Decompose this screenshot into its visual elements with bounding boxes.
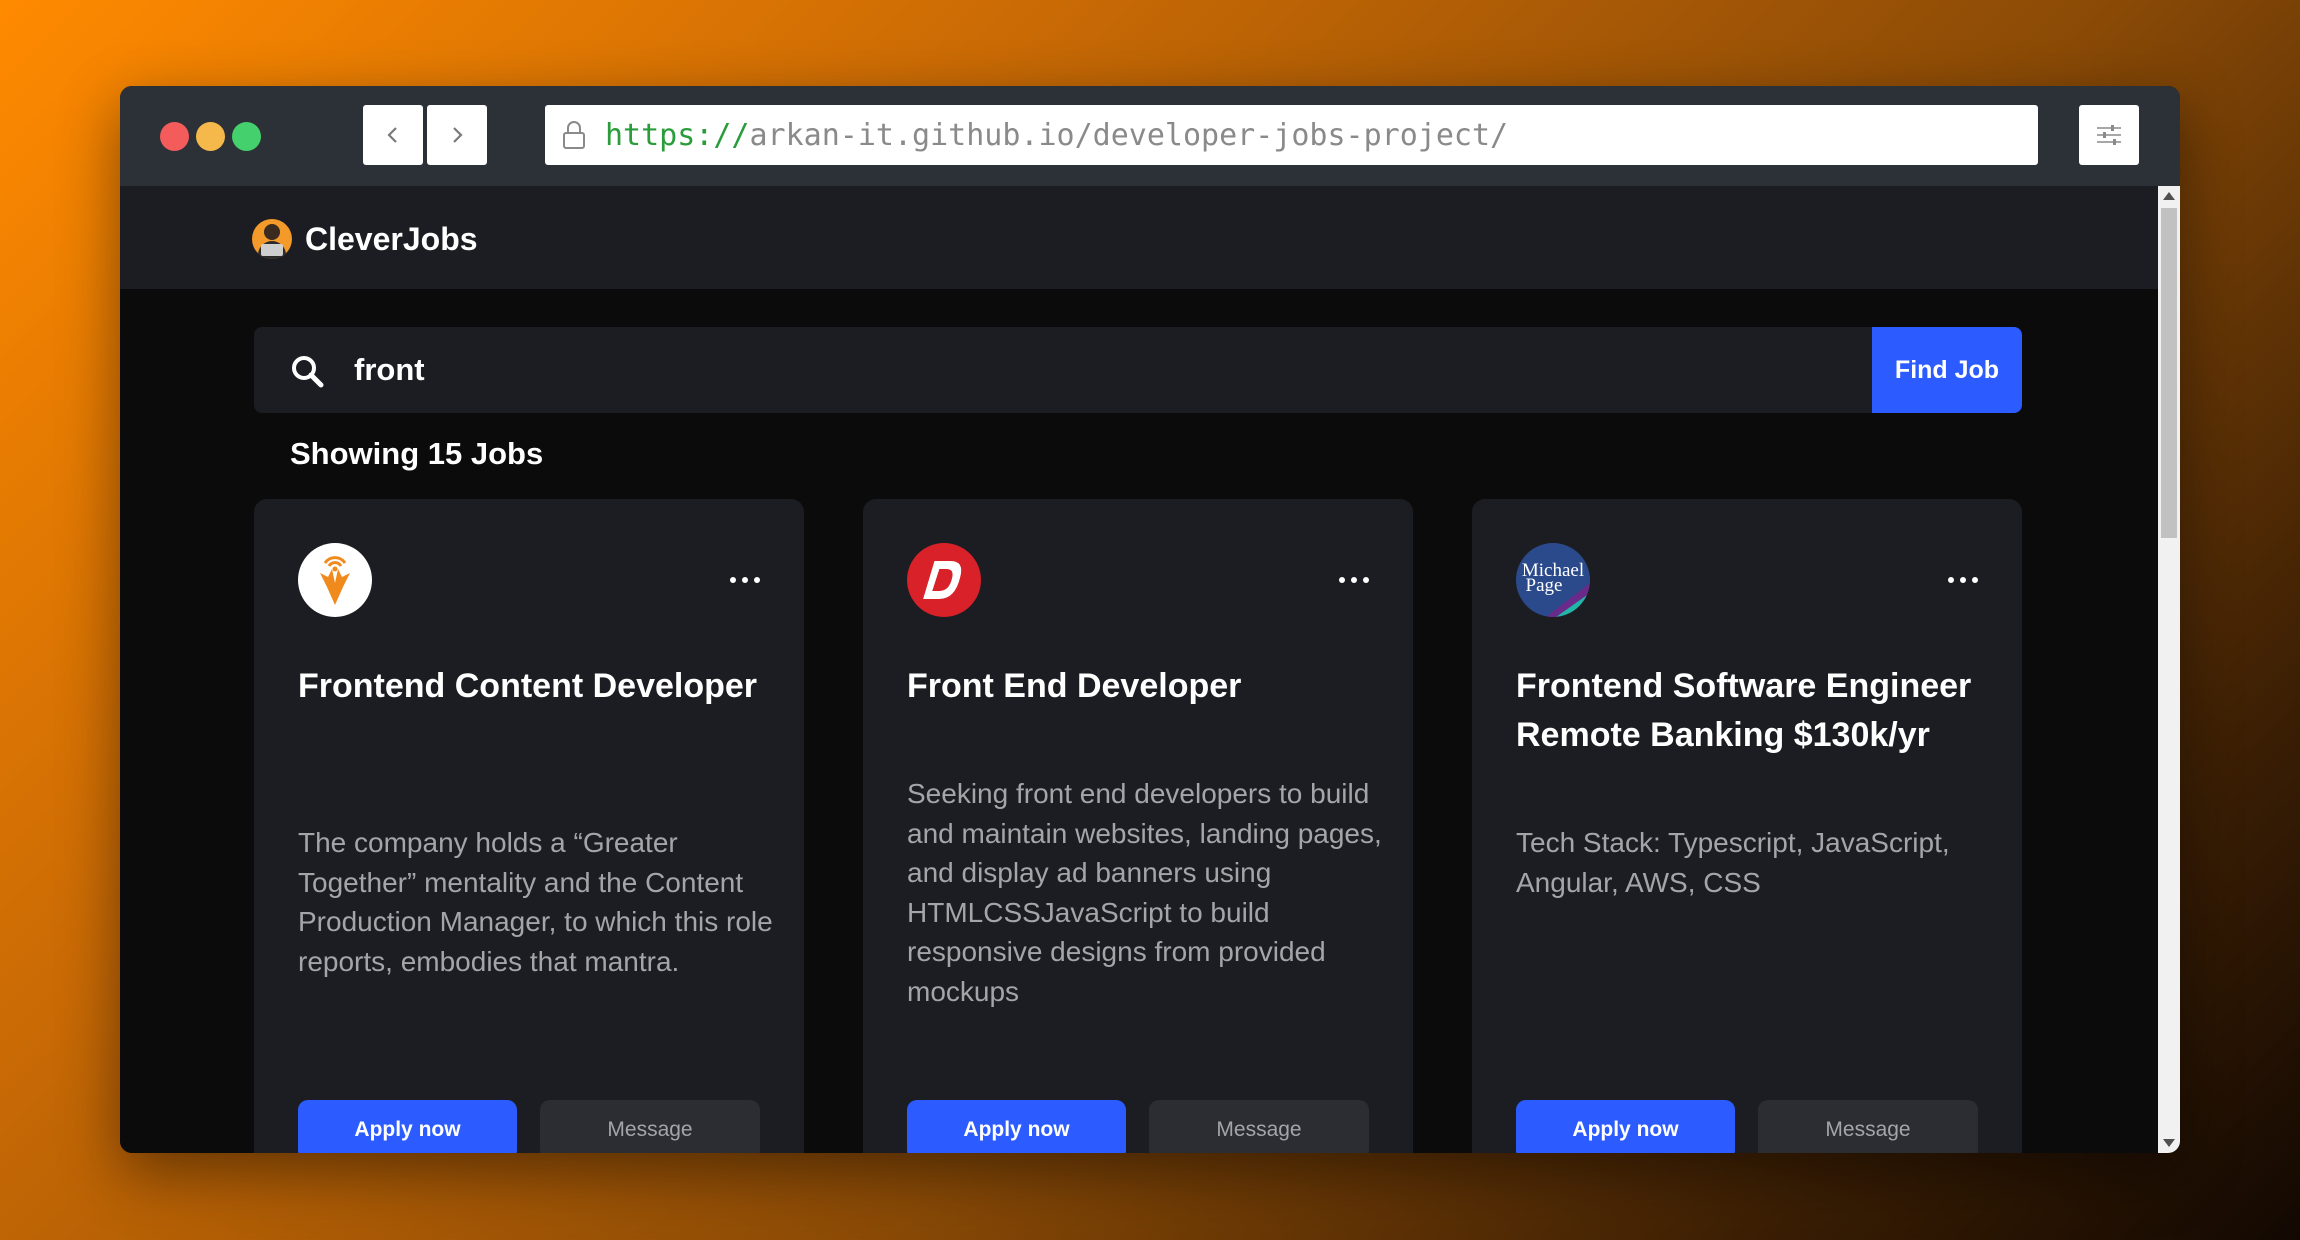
settings-button[interactable]: [2079, 105, 2139, 165]
apply-now-button[interactable]: Apply now: [298, 1100, 517, 1153]
close-window-button[interactable]: [160, 122, 189, 151]
maximize-window-button[interactable]: [232, 122, 261, 151]
message-button[interactable]: Message: [1149, 1100, 1369, 1153]
message-button[interactable]: Message: [540, 1100, 760, 1153]
job-title: Front End Developer: [907, 667, 1242, 705]
sliders-icon: [2097, 125, 2121, 145]
chevron-right-icon: [453, 127, 463, 143]
job-card: Frontend Content Developer The company h…: [254, 499, 804, 1153]
message-button[interactable]: Message: [1758, 1100, 1978, 1153]
job-description: Seeking front end developers to build an…: [907, 778, 1382, 1007]
job-description: Tech Stack: Typescript, JavaScript, Angu…: [1516, 827, 1950, 898]
results-count: Showing 15 Jobs: [290, 436, 544, 471]
url-scheme: https://: [605, 117, 750, 153]
job-cards: Frontend Content Developer The company h…: [254, 499, 2022, 1153]
forward-button[interactable]: [427, 105, 487, 165]
browser-toolbar: https://arkan-it.github.io/developer-job…: [120, 86, 2180, 186]
address-bar[interactable]: https://arkan-it.github.io/developer-job…: [545, 105, 2038, 165]
scroll-down-icon[interactable]: [2163, 1139, 2175, 1147]
page-scrollbar[interactable]: [2158, 186, 2180, 1153]
scroll-thumb[interactable]: [2161, 208, 2177, 538]
site-header: CleverJobs: [120, 186, 2158, 289]
page-viewport: CleverJobs Find Job Showing 15 Jobs: [120, 186, 2158, 1153]
logo-text-2: Page: [1526, 575, 1563, 596]
more-options-button[interactable]: [730, 567, 760, 593]
find-job-button[interactable]: Find Job: [1872, 327, 2022, 413]
more-options-button[interactable]: [1948, 567, 1978, 593]
brand[interactable]: CleverJobs: [252, 219, 478, 259]
browser-window: https://arkan-it.github.io/developer-job…: [120, 86, 2180, 1153]
nav-buttons: [363, 105, 487, 165]
chevron-left-icon: [387, 127, 397, 143]
deer-logo-icon: [298, 543, 372, 617]
job-description: The company holds a “Greater Together” m…: [298, 827, 773, 977]
d-letter-logo-icon: [907, 543, 981, 617]
search-icon: [292, 356, 324, 388]
job-search-bar: Find Job: [254, 327, 2022, 413]
back-button[interactable]: [363, 105, 423, 165]
lock-icon: [557, 118, 591, 152]
scroll-up-icon[interactable]: [2163, 192, 2175, 200]
minimize-window-button[interactable]: [196, 122, 225, 151]
search-input[interactable]: [354, 327, 1754, 413]
brand-logo-icon: [252, 219, 292, 259]
apply-now-button[interactable]: Apply now: [907, 1100, 1126, 1153]
more-options-button[interactable]: [1339, 567, 1369, 593]
job-title: Frontend Content Developer: [298, 667, 758, 705]
apply-now-button[interactable]: Apply now: [1516, 1100, 1735, 1153]
job-title: Frontend Software Engineer Remote Bankin…: [1516, 667, 1972, 754]
url-path: arkan-it.github.io/developer-jobs-projec…: [749, 117, 1509, 153]
brand-name: CleverJobs: [305, 220, 478, 257]
job-card: Michael Page Frontend Software Engineer …: [1472, 499, 2022, 1153]
michael-page-logo-icon: Michael Page: [1516, 543, 1590, 617]
window-controls: [160, 122, 261, 151]
job-card: Front End Developer Seeking front end de…: [863, 499, 1413, 1153]
